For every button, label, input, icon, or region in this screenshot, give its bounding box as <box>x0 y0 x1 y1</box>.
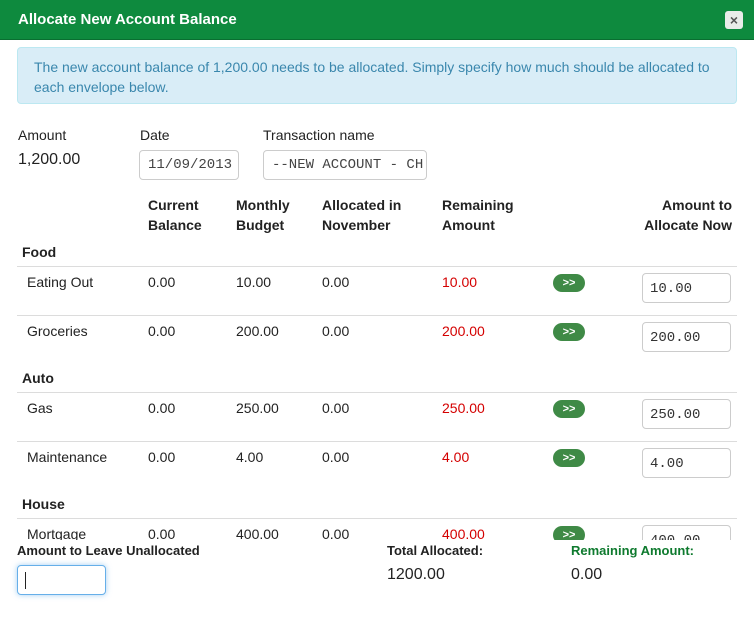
allocate-remaining-button[interactable]: >> <box>553 526 585 540</box>
allocate-remaining-button[interactable]: >> <box>553 274 585 292</box>
envelope-name: Groceries <box>27 323 88 339</box>
total-allocated-label: Total Allocated: <box>387 543 484 558</box>
table-row: Eating Out 0.00 10.00 0.00 10.00 >> 10.0… <box>17 266 737 315</box>
allocated-cell: 0.00 <box>322 449 350 465</box>
monthly-budget-cell: 4.00 <box>236 449 264 465</box>
info-alert: The new account balance of 1,200.00 need… <box>17 47 737 104</box>
allocate-amount-input[interactable]: 400.00 <box>642 525 731 540</box>
unallocated-input[interactable] <box>17 565 106 595</box>
allocation-table: Food Eating Out 0.00 10.00 0.00 10.00 >>… <box>17 240 737 540</box>
current-balance-cell: 0.00 <box>148 449 176 465</box>
envelope-name: Eating Out <box>27 274 94 290</box>
dialog-titlebar: Allocate New Account Balance × <box>0 0 754 40</box>
allocated-cell: 0.00 <box>322 400 350 416</box>
monthly-budget-cell: 400.00 <box>236 526 279 540</box>
table-row: Mortgage 0.00 400.00 0.00 400.00 >> 400.… <box>17 518 737 540</box>
monthly-budget-cell: 200.00 <box>236 323 279 339</box>
amount-label: Amount <box>18 127 67 143</box>
envelope-name: Maintenance <box>27 449 108 465</box>
allocated-cell: 0.00 <box>322 274 350 290</box>
current-balance-cell: 0.00 <box>148 274 176 290</box>
envelope-name: Mortgage <box>27 526 87 540</box>
header-monthly-budget: Monthly Budget <box>236 197 290 233</box>
remaining-cell: 250.00 <box>442 400 485 416</box>
allocate-remaining-button[interactable]: >> <box>553 400 585 418</box>
close-icon[interactable]: × <box>725 11 743 29</box>
text-cursor <box>25 572 26 589</box>
allocate-amount-input[interactable]: 200.00 <box>642 322 731 352</box>
remaining-amount-value: 0.00 <box>571 566 603 583</box>
transaction-name-label: Transaction name <box>263 127 375 143</box>
current-balance-cell: 0.00 <box>148 323 176 339</box>
table-row: Groceries 0.00 200.00 0.00 200.00 >> 200… <box>17 315 737 364</box>
monthly-budget-cell: 10.00 <box>236 274 272 290</box>
remaining-cell: 200.00 <box>442 323 485 339</box>
current-balance-cell: 0.00 <box>148 526 176 540</box>
group-heading-house: House <box>22 496 65 512</box>
header-current-balance: Current Balance <box>148 197 202 233</box>
remaining-amount-label: Remaining Amount: <box>571 543 695 558</box>
table-row: Maintenance 0.00 4.00 0.00 4.00 >> 4.00 <box>17 441 737 490</box>
envelope-name: Gas <box>27 400 53 416</box>
header-amount-to-allocate: Amount to Allocate Now <box>644 197 732 233</box>
date-label: Date <box>140 127 170 143</box>
amount-value: 1,200.00 <box>18 151 81 168</box>
table-row: Gas 0.00 250.00 0.00 250.00 >> 250.00 <box>17 392 737 441</box>
allocated-cell: 0.00 <box>322 323 350 339</box>
remaining-cell: 4.00 <box>442 449 470 465</box>
allocate-remaining-button[interactable]: >> <box>553 323 585 341</box>
allocate-amount-input[interactable]: 250.00 <box>642 399 731 429</box>
dialog-title: Allocate New Account Balance <box>18 11 237 28</box>
allocate-remaining-button[interactable]: >> <box>553 449 585 467</box>
header-remaining-amount: Remaining Amount <box>442 197 514 233</box>
remaining-cell: 10.00 <box>442 274 478 290</box>
group-heading-food: Food <box>22 244 57 260</box>
date-field[interactable]: 11/09/2013 <box>139 150 239 180</box>
monthly-budget-cell: 250.00 <box>236 400 279 416</box>
total-allocated-value: 1200.00 <box>387 566 445 583</box>
allocate-amount-input[interactable]: 10.00 <box>642 273 731 303</box>
unallocated-label: Amount to Leave Unallocated <box>17 543 200 558</box>
transaction-name-field[interactable]: --NEW ACCOUNT - CH <box>263 150 427 180</box>
remaining-cell: 400.00 <box>442 526 485 540</box>
group-heading-auto: Auto <box>22 370 54 386</box>
allocated-cell: 0.00 <box>322 526 350 540</box>
header-allocated-in-november: Allocated in November <box>322 197 402 233</box>
allocate-amount-input[interactable]: 4.00 <box>642 448 731 478</box>
current-balance-cell: 0.00 <box>148 400 176 416</box>
